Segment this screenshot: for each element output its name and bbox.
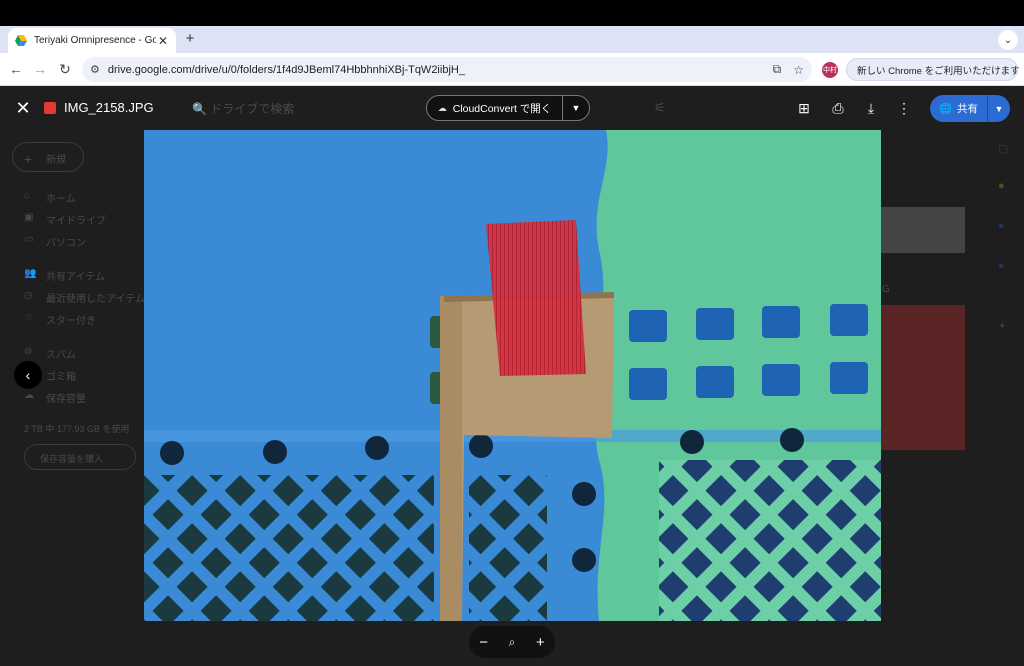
- spam-icon: ⊘: [24, 346, 33, 357]
- viewer-header: ✕ IMG_2158.JPG 🔍 ドライブで検索 ☁ CloudConvert …: [0, 86, 1024, 130]
- cast-icon[interactable]: ⧉: [773, 62, 782, 77]
- image-file-icon: [44, 102, 56, 114]
- new-button-label: 新規: [46, 155, 66, 166]
- cloud-icon: ☁: [24, 390, 34, 401]
- thumbnail-dim-red: [881, 305, 965, 450]
- chrome-update-button[interactable]: 新しい Chrome をご利用いただけます ⋮: [846, 58, 1020, 81]
- top-black-strip: [0, 0, 1024, 26]
- browser-toolbar: ← → ↻ ⚙ drive.google.com/drive/u/0/folde…: [0, 53, 1024, 86]
- browser-tab[interactable]: Teriyaki Omnipresence - Goo ✕: [8, 28, 176, 53]
- search-placeholder: ドライブで検索: [210, 102, 295, 116]
- share-main[interactable]: 🌐 共有: [930, 95, 988, 122]
- nav-spam: スパム: [46, 350, 76, 361]
- add-addon-icon: +: [999, 320, 1006, 332]
- open-with-dropdown-icon[interactable]: ▼: [563, 103, 589, 113]
- globe-icon: 🌐: [938, 103, 953, 115]
- photo-crate-cardboard-tape: [144, 130, 881, 621]
- storage-usage: 2 TB 中 177.93 GB を使用: [24, 424, 130, 434]
- right-column-label: G: [882, 284, 890, 295]
- forward-icon[interactable]: →: [30, 59, 50, 79]
- tab-close-icon[interactable]: ✕: [156, 34, 170, 48]
- file-name: IMG_2158.JPG: [64, 100, 154, 115]
- calendar-icon: ▢: [998, 143, 1009, 155]
- nav-my-drive: マイドライブ: [46, 216, 106, 227]
- nav-starred: スター付き: [46, 316, 96, 327]
- zoom-reset-icon[interactable]: ⌕: [509, 635, 516, 650]
- thumbnail-dim: [881, 207, 965, 253]
- share-dropdown-icon[interactable]: ▼: [988, 104, 1010, 114]
- keep-icon: ●: [998, 180, 1005, 192]
- computers-icon: ▭: [24, 234, 34, 245]
- share-button[interactable]: 🌐 共有 ▼: [930, 95, 1010, 122]
- download-icon[interactable]: ⤓: [861, 98, 881, 118]
- back-icon[interactable]: ←: [6, 59, 26, 79]
- open-with-button[interactable]: ☁ CloudConvert で開く ▼: [426, 95, 590, 121]
- zoom-controls: − ⌕ +: [469, 626, 555, 658]
- nav-shared: 共有アイテム: [46, 272, 105, 283]
- print-icon[interactable]: ⎙: [828, 98, 848, 118]
- profile-avatar[interactable]: 中村: [822, 62, 838, 78]
- more-vert-icon[interactable]: ⋮: [894, 98, 914, 118]
- nav-storage: 保存容量: [46, 394, 86, 405]
- chrome-update-label: 新しい Chrome をご利用いただけます: [857, 65, 1020, 77]
- zoom-in-icon[interactable]: +: [536, 634, 545, 651]
- star-icon: ☆: [24, 312, 33, 323]
- address-bar[interactable]: ⚙ drive.google.com/drive/u/0/folders/1f4…: [82, 57, 812, 82]
- tasks-icon: ●: [998, 220, 1005, 232]
- image-preview: [144, 130, 881, 621]
- close-icon[interactable]: ✕: [12, 97, 34, 119]
- zoom-out-icon[interactable]: −: [479, 634, 488, 651]
- drive-search-dim: 🔍 ドライブで検索: [192, 102, 295, 116]
- tab-title: Teriyaki Omnipresence - Goo: [34, 35, 156, 46]
- filter-icon: ⚟: [654, 100, 666, 115]
- nav-home: ホーム: [46, 194, 76, 205]
- tab-bar: Teriyaki Omnipresence - Goo ✕ + ⌄: [0, 26, 1024, 53]
- bookmark-star-icon[interactable]: ☆: [793, 63, 804, 77]
- contacts-icon: ●: [998, 260, 1005, 272]
- nav-computers: パソコン: [46, 238, 86, 249]
- new-tab-button[interactable]: +: [182, 30, 198, 47]
- google-drive-icon: [15, 34, 27, 46]
- previous-image-icon[interactable]: ‹: [14, 361, 42, 389]
- tab-search-icon[interactable]: ⌄: [998, 30, 1018, 50]
- buy-storage-label: 保存容量を購入: [40, 454, 104, 464]
- nav-trash: ゴミ箱: [46, 372, 76, 383]
- site-info-icon[interactable]: ⚙: [90, 63, 100, 76]
- open-with-main[interactable]: ☁ CloudConvert で開く: [427, 96, 563, 120]
- recent-icon: ◷: [24, 290, 33, 301]
- screen: Teriyaki Omnipresence - Goo ✕ + ⌄ ← → ↻ …: [0, 0, 1024, 666]
- cloudconvert-icon: ☁: [437, 102, 447, 113]
- my-drive-icon: ▣: [24, 212, 34, 223]
- reload-icon[interactable]: ↻: [55, 59, 75, 79]
- add-to-drive-icon[interactable]: ⊞: [794, 98, 814, 118]
- plus-icon: +: [24, 151, 33, 167]
- nav-recent: 最近使用したアイテム: [46, 294, 145, 305]
- url-text[interactable]: drive.google.com/drive/u/0/folders/1f4d9…: [108, 64, 761, 76]
- open-with-label: CloudConvert で開く: [452, 102, 552, 115]
- home-icon: ⌂: [24, 190, 31, 201]
- share-label: 共有: [957, 103, 979, 115]
- shared-icon: 👥: [24, 268, 37, 279]
